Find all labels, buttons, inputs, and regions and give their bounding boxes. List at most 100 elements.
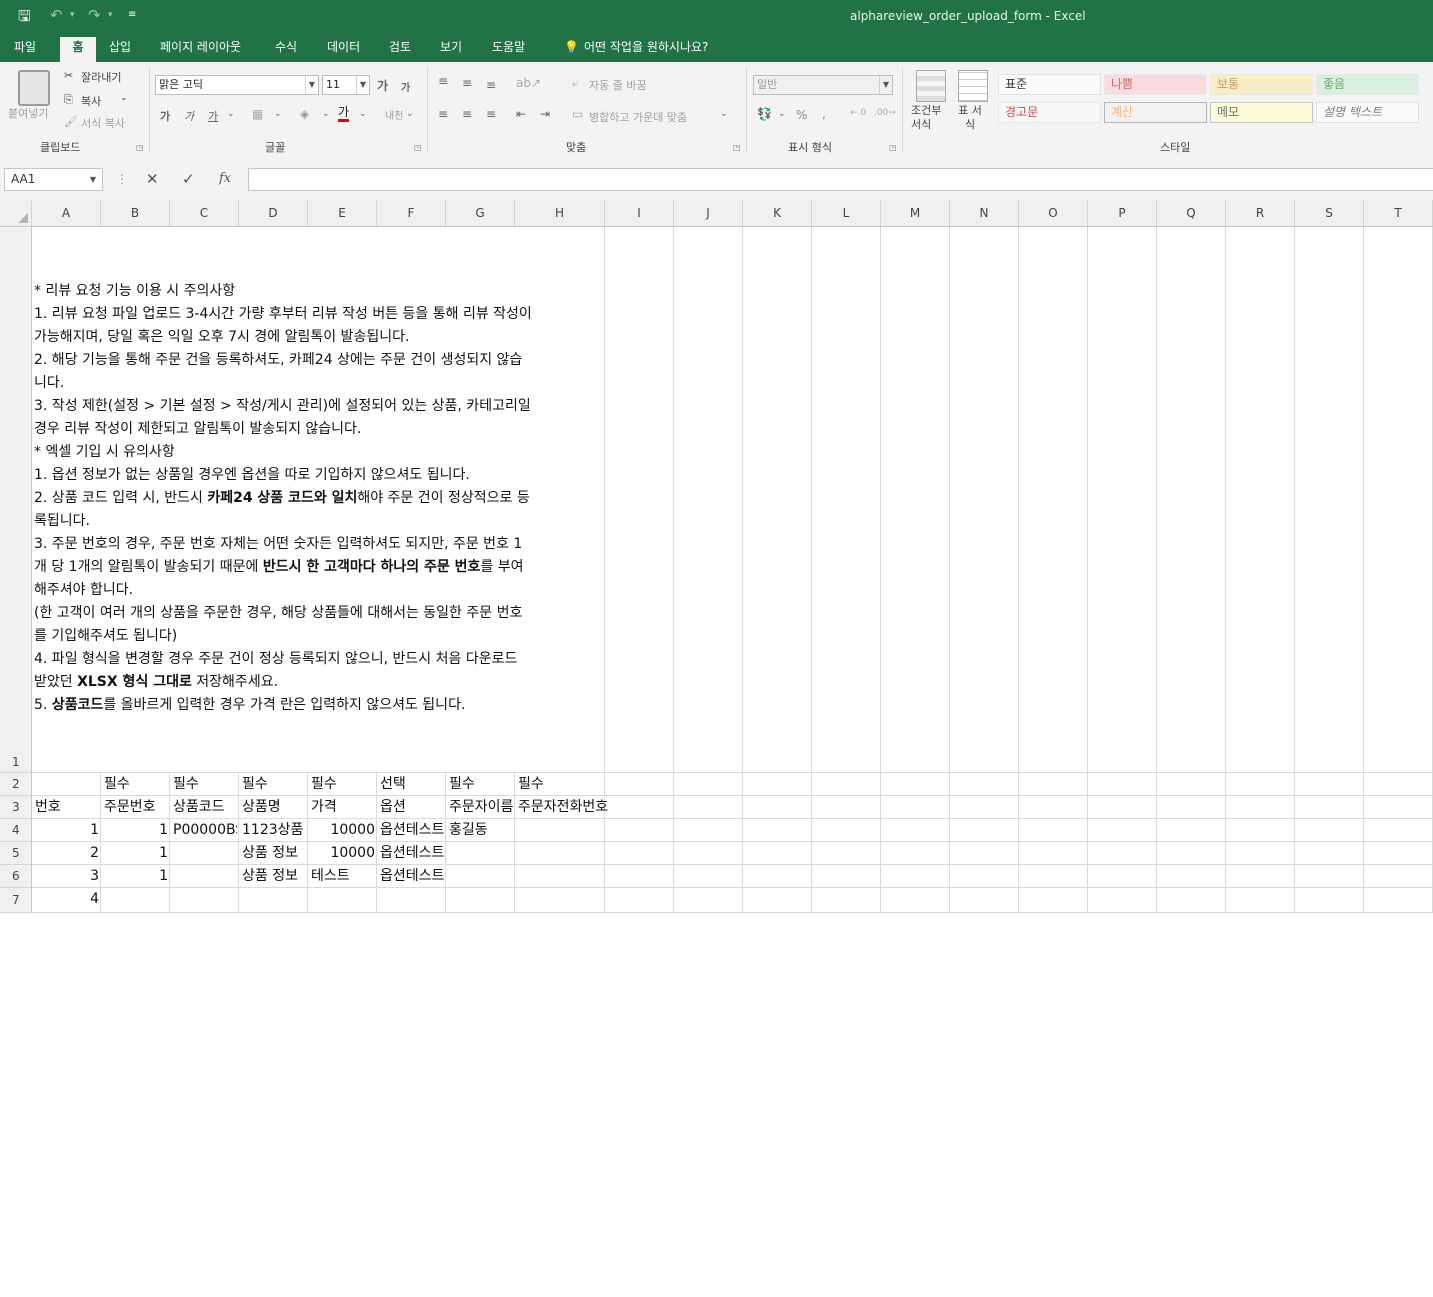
cell-c2[interactable]: 필수 <box>173 773 237 796</box>
cell-d6[interactable]: 상품 정보 <box>242 865 306 888</box>
column-header-d[interactable]: D <box>239 200 308 226</box>
redo-icon[interactable]: ↷ <box>88 6 101 24</box>
redo-dropdown-icon[interactable]: ▾ <box>108 10 113 20</box>
cell-g7[interactable] <box>449 888 513 913</box>
tell-me-search[interactable]: 어떤 작업을 원하시나요? <box>576 39 716 62</box>
cell-g4[interactable]: 홍길동 <box>449 819 513 842</box>
fill-dropdown-icon[interactable]: ⌄ <box>322 109 330 119</box>
cell-g3[interactable]: 주문자이름 <box>449 796 513 819</box>
border-icon[interactable]: ▦ <box>252 107 263 121</box>
cell-e5[interactable]: 10000 <box>311 842 375 865</box>
row-header-2[interactable]: 2 <box>0 773 31 796</box>
cell-a2[interactable] <box>35 773 99 796</box>
italic-icon[interactable]: 가 <box>184 108 194 124</box>
row-header-3[interactable]: 3 <box>0 796 31 819</box>
conditional-format-button[interactable]: 조건부 서식 <box>911 104 951 132</box>
cell-c3[interactable]: 상품코드 <box>173 796 237 819</box>
percent-icon[interactable]: % <box>796 108 807 122</box>
cell-h3[interactable]: 주문자전화번호 <box>518 796 668 819</box>
cell-a4[interactable]: 1 <box>35 819 99 842</box>
cell-f3[interactable]: 옵션 <box>380 796 444 819</box>
cell-b6[interactable]: 1 <box>104 865 168 888</box>
row-header-1[interactable]: 1 <box>0 227 31 773</box>
align-middle-icon[interactable]: ≡ <box>462 76 472 90</box>
paste-button[interactable]: 붙여넣기 <box>8 105 48 121</box>
copy-dropdown-icon[interactable]: ⌄ <box>120 93 128 103</box>
undo-dropdown-icon[interactable]: ▾ <box>70 10 75 20</box>
align-left-icon[interactable]: ≡ <box>438 107 448 121</box>
underline-icon[interactable]: 가 <box>208 108 218 124</box>
style-neutral[interactable]: 보통 <box>1210 74 1313 95</box>
insert-function-icon[interactable]: fx <box>219 171 231 186</box>
number-format-combo[interactable]: 일반 ▼ <box>753 75 893 95</box>
phonetic-icon[interactable]: 내천 <box>385 107 403 122</box>
cell-h5[interactable] <box>518 842 668 865</box>
style-normal[interactable]: 표준 <box>998 74 1101 95</box>
column-header-o[interactable]: O <box>1019 200 1088 226</box>
grow-font-icon[interactable]: 가 <box>377 77 388 94</box>
tab-data[interactable]: 데이터 <box>319 39 368 62</box>
column-header-q[interactable]: Q <box>1157 200 1226 226</box>
alignment-launcher-icon[interactable]: ◳ <box>733 143 741 152</box>
column-header-m[interactable]: M <box>881 200 950 226</box>
format-painter-button[interactable]: 서식 복사 <box>81 115 125 131</box>
column-header-l[interactable]: L <box>812 200 881 226</box>
name-box[interactable]: AA1 ▼ <box>4 168 103 191</box>
tab-help[interactable]: 도움말 <box>484 39 533 62</box>
column-header-e[interactable]: E <box>308 200 377 226</box>
column-header-k[interactable]: K <box>743 200 812 226</box>
cell-f4[interactable]: 옵션테스트 <box>380 819 444 842</box>
formula-input[interactable] <box>248 168 1433 191</box>
paste-icon[interactable] <box>18 70 50 106</box>
column-header-s[interactable]: S <box>1295 200 1364 226</box>
column-header-h[interactable]: H <box>515 200 605 226</box>
conditional-format-icon[interactable] <box>916 70 946 102</box>
tab-formulas[interactable]: 수식 <box>267 39 305 62</box>
column-header-c[interactable]: C <box>170 200 239 226</box>
cell-e7[interactable] <box>311 888 375 913</box>
wrap-text-button[interactable]: 자동 줄 바꿈 <box>589 77 647 93</box>
align-right-icon[interactable]: ≡ <box>486 107 496 121</box>
column-header-i[interactable]: I <box>605 200 674 226</box>
cell-d4[interactable]: 1123상품 <box>242 819 306 842</box>
style-warning[interactable]: 경고문 <box>998 102 1101 123</box>
merge-center-button[interactable]: 병합하고 가운데 맞춤 <box>589 109 687 125</box>
format-table-button[interactable]: 표 서식 <box>955 104 985 132</box>
cell-a5[interactable]: 2 <box>35 842 99 865</box>
format-table-icon[interactable] <box>958 70 988 102</box>
column-header-j[interactable]: J <box>674 200 743 226</box>
row-header-6[interactable]: 6 <box>0 865 31 888</box>
cut-button[interactable]: 잘라내기 <box>81 69 121 85</box>
style-explanatory[interactable]: 설명 텍스트 <box>1316 102 1419 123</box>
cell-c5[interactable] <box>173 842 237 865</box>
tab-page-layout[interactable]: 페이지 레이아웃 <box>152 39 249 62</box>
cell-d2[interactable]: 필수 <box>242 773 306 796</box>
bold-icon[interactable]: 가 <box>160 108 170 124</box>
clipboard-launcher-icon[interactable]: ◳ <box>136 143 144 152</box>
enter-icon[interactable]: ✓ <box>182 170 195 188</box>
increase-decimal-icon[interactable]: ←.0 <box>850 108 866 118</box>
save-icon[interactable]: 🖫 <box>18 6 31 31</box>
column-header-t[interactable]: T <box>1364 200 1433 226</box>
style-note[interactable]: 메모 <box>1210 102 1313 123</box>
tab-view[interactable]: 보기 <box>432 39 470 62</box>
cell-b4[interactable]: 1 <box>104 819 168 842</box>
cell-g6[interactable] <box>449 865 513 888</box>
font-size-combo[interactable]: 11 ▼ <box>322 75 370 95</box>
decrease-decimal-icon[interactable]: .00→ <box>874 108 896 118</box>
cell-a3[interactable]: 번호 <box>35 796 99 819</box>
select-all-corner[interactable] <box>0 200 32 226</box>
cell-c7[interactable] <box>173 888 237 913</box>
cell-h6[interactable] <box>518 865 668 888</box>
copy-button[interactable]: 복사 <box>81 93 101 109</box>
customize-toolbar-icon[interactable]: ≡ <box>128 9 136 20</box>
style-calculation[interactable]: 계산 <box>1104 102 1207 123</box>
currency-icon[interactable]: 💱 <box>757 107 772 121</box>
shrink-font-icon[interactable]: 가 <box>401 79 410 94</box>
align-top-icon[interactable]: ≡ <box>438 74 448 88</box>
cell-f6[interactable]: 옵션테스트 <box>380 865 444 888</box>
increase-indent-icon[interactable]: ⇥ <box>540 107 550 121</box>
font-color-dropdown-icon[interactable]: ⌄ <box>359 109 367 119</box>
cell-b2[interactable]: 필수 <box>104 773 168 796</box>
cell-e2[interactable]: 필수 <box>311 773 375 796</box>
